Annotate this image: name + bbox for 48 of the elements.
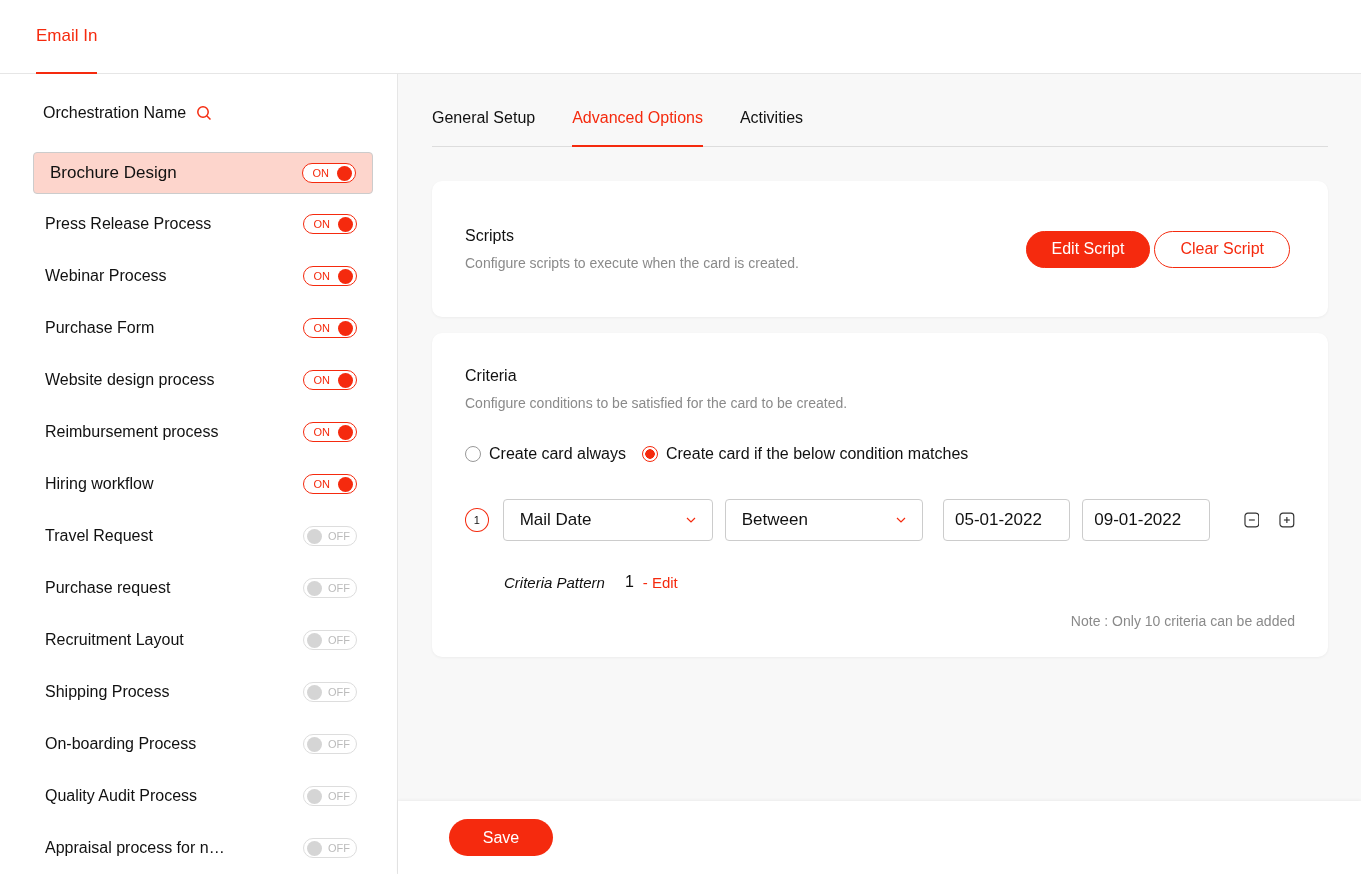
radio-option[interactable]: Create card if the below condition matches xyxy=(641,445,969,463)
sidebar-item[interactable]: Quality Audit Process OFF xyxy=(33,774,373,818)
tab[interactable]: Activities xyxy=(739,109,804,147)
sidebar-item[interactable]: Brochure Design ON xyxy=(33,152,373,194)
card-description: Configure conditions to be satisfied for the card to be created. xyxy=(465,395,849,411)
operator-dropdown[interactable]: Between xyxy=(724,499,923,541)
card-title: Scripts xyxy=(465,227,515,245)
sidebar-item[interactable]: Shipping Process OFF xyxy=(33,670,373,714)
minus-icon[interactable] xyxy=(1243,512,1260,528)
field-dropdown[interactable]: Mail Date xyxy=(502,499,713,541)
save-button[interactable]: Save xyxy=(449,819,553,856)
card-title: Criteria xyxy=(465,367,518,385)
edit-script-button[interactable]: Edit Script xyxy=(1025,230,1151,268)
card-description: Configure scripts to execute when the card is created. xyxy=(465,255,799,271)
toggle-switch[interactable]: ON xyxy=(302,163,356,183)
clear-script-button[interactable]: Clear Script xyxy=(1154,230,1290,268)
pattern-value: 1 xyxy=(624,573,634,591)
tab[interactable]: General Setup xyxy=(432,109,536,147)
toggle-switch[interactable]: ON xyxy=(303,266,357,286)
toggle-switch[interactable]: ON xyxy=(303,370,357,390)
sidebar-item[interactable]: Reimbursement process ON xyxy=(33,410,373,454)
sidebar-item[interactable]: Purchase Form ON xyxy=(33,306,373,350)
sidebar-item[interactable]: Travel Request OFF xyxy=(33,514,373,558)
sidebar-item[interactable]: On-boarding Process OFF xyxy=(33,722,373,766)
chevron-down-icon xyxy=(895,517,906,523)
radio-icon[interactable] xyxy=(641,446,658,462)
plus-icon[interactable] xyxy=(1279,512,1295,528)
date-field[interactable]: 09-01-2022 xyxy=(1082,499,1210,541)
note-text: Note : Only 10 criteria can be added xyxy=(1069,613,1295,629)
date-field[interactable]: 05-01-2022 xyxy=(942,499,1071,541)
toggle-switch[interactable]: ON xyxy=(303,318,357,338)
sidebar-item[interactable]: Recruitment Layout OFF xyxy=(33,618,373,662)
pattern-label: Criteria Pattern xyxy=(504,573,605,591)
toggle-switch[interactable]: ON xyxy=(303,474,357,494)
radio-option[interactable]: Create card always xyxy=(465,445,626,463)
chevron-down-icon xyxy=(685,517,696,523)
sidebar-item[interactable]: Hiring workflow ON xyxy=(33,462,373,506)
tab[interactable]: Advanced Options xyxy=(572,109,703,147)
toggle-switch[interactable]: ON xyxy=(303,422,357,442)
sidebar-item[interactable]: Appraisal process for n… OFF xyxy=(33,826,373,870)
sidebar-item[interactable]: Purchase request OFF xyxy=(33,566,373,610)
edit-link[interactable]: - Edit xyxy=(642,573,678,591)
search-icon[interactable] xyxy=(196,105,213,121)
sidebar-item[interactable]: Website design process ON xyxy=(33,358,373,402)
sidebar-item[interactable]: Webinar Process ON xyxy=(33,254,373,298)
sidebar-item[interactable]: Press Release Process ON xyxy=(33,202,373,246)
toggle-switch[interactable]: ON xyxy=(303,214,357,234)
sidebar-heading: Orchestration Name xyxy=(43,104,187,122)
